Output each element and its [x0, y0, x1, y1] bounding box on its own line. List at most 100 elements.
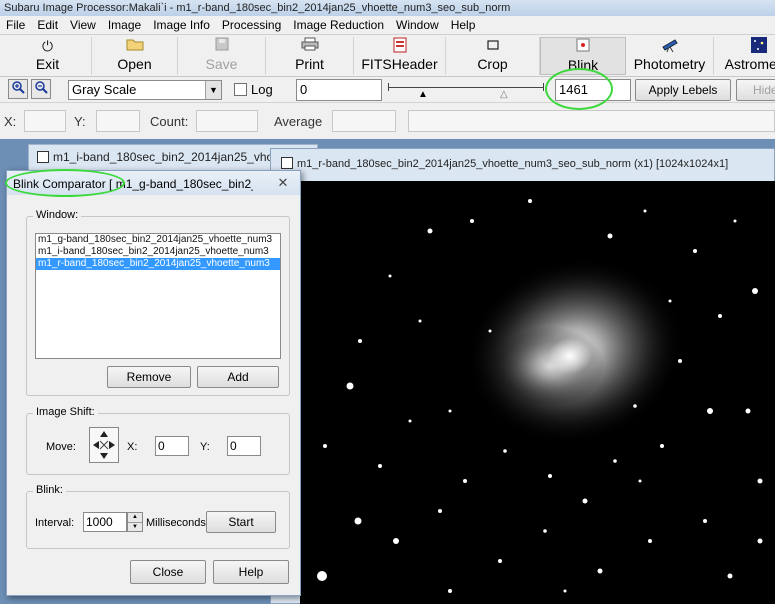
- remove-button[interactable]: Remove: [107, 366, 191, 388]
- list-item-selected[interactable]: m1_r-band_180sec_bin2_2014jan25_vhoette_…: [36, 258, 280, 270]
- save-label: Save: [205, 56, 238, 72]
- photometry-label: Photometry: [633, 56, 706, 72]
- count-label: Count:: [150, 114, 189, 129]
- astrometry-label: Astrometry: [724, 56, 775, 72]
- color-scale-value: Gray Scale: [72, 82, 137, 97]
- crab-nebula-image: [317, 199, 763, 593]
- interval-spinner[interactable]: ▲ ▼: [127, 512, 143, 532]
- app-title-bar: Subaru Image Processor:Makali`i - m1_r-b…: [0, 0, 775, 16]
- fitsheader-label: FITSHeader: [361, 56, 438, 72]
- print-button[interactable]: Print: [266, 37, 354, 75]
- blink-icon: [576, 38, 590, 57]
- power-icon: ⏻: [41, 38, 54, 54]
- shift-y-label: Y:: [200, 441, 210, 453]
- spin-up-icon[interactable]: ▲: [128, 513, 142, 522]
- printer-icon: [301, 37, 319, 56]
- status-field: [408, 110, 775, 132]
- blink-comparator-dialog: Blink Comparator [ m1_g-band_180sec_bin2…: [6, 170, 301, 596]
- crop-icon: [486, 37, 500, 56]
- file-listbox[interactable]: m1_g-band_180sec_bin2_2014jan25_vhoette_…: [35, 233, 281, 359]
- exit-label: Exit: [35, 56, 60, 72]
- min-slider-thumb-icon[interactable]: ▲: [418, 89, 428, 100]
- open-button[interactable]: Open: [92, 37, 178, 75]
- add-button[interactable]: Add: [197, 366, 279, 388]
- spin-down-icon[interactable]: ▼: [128, 522, 142, 531]
- window-group-label: Window:: [33, 209, 82, 221]
- astrometry-button[interactable]: Astrometry: [714, 37, 775, 75]
- list-item[interactable]: m1_i-band_180sec_bin2_2014jan25_vhoette_…: [36, 246, 280, 258]
- y-coord-label: Y:: [74, 114, 86, 129]
- list-item[interactable]: m1_g-band_180sec_bin2_2014jan25_vhoette_…: [36, 234, 280, 246]
- blink-group: Blink: Interval: 1000 ▲ ▼ Milliseconds S…: [26, 484, 290, 549]
- shift-x-label: X:: [127, 441, 138, 453]
- y-coord-value: [96, 110, 140, 132]
- shift-x-input[interactable]: 0: [155, 436, 189, 456]
- print-label: Print: [295, 56, 324, 72]
- photometry-button[interactable]: Photometry: [626, 37, 714, 75]
- move-label: Move:: [46, 441, 76, 453]
- window-group: Window: m1_g-band_180sec_bin2_2014jan25_…: [26, 209, 290, 396]
- close-button[interactable]: Close: [130, 560, 206, 584]
- main-toolbar: ⏻ Exit Open Save Print FITSHeader Crop B…: [0, 35, 775, 77]
- document-icon: [281, 157, 293, 169]
- average-value: [332, 110, 396, 132]
- level-slider[interactable]: ▲ △: [388, 79, 544, 101]
- zoom-in-button[interactable]: [8, 79, 28, 99]
- image-shift-group: Image Shift: Move: X: 0 Y: 0: [26, 406, 290, 475]
- zoom-out-button[interactable]: [31, 79, 51, 99]
- x-coord-value: [24, 110, 66, 132]
- blink-group-label: Blink:: [33, 484, 66, 496]
- menu-bar: File Edit View Image Image Info Processi…: [0, 16, 775, 35]
- shift-y-input[interactable]: 0: [227, 436, 261, 456]
- coordinates-bar: X: Y: Count: Average: [0, 103, 775, 139]
- menu-file[interactable]: File: [0, 16, 31, 34]
- move-arrows-icon: [93, 431, 115, 459]
- color-scale-select[interactable]: Gray Scale ▼: [68, 80, 222, 100]
- zoom-in-icon: [11, 81, 25, 97]
- document-icon: [37, 151, 49, 163]
- chevron-down-icon: ▼: [205, 81, 221, 99]
- menu-window[interactable]: Window: [390, 16, 445, 34]
- save-button[interactable]: Save: [178, 37, 266, 75]
- r-band-window-title: m1_r-band_180sec_bin2_2014jan25_vhoette_…: [281, 157, 728, 170]
- hide-button[interactable]: Hide: [736, 79, 775, 101]
- menu-image[interactable]: Image: [102, 16, 147, 34]
- move-arrows-pad[interactable]: [89, 427, 119, 463]
- astronomical-image-canvas[interactable]: [300, 181, 775, 604]
- menu-processing[interactable]: Processing: [216, 16, 287, 34]
- average-label: Average: [274, 114, 323, 129]
- help-button[interactable]: Help: [213, 560, 289, 584]
- zoom-out-icon: [34, 81, 48, 97]
- min-level-input[interactable]: 0: [296, 79, 382, 101]
- menu-image-reduction[interactable]: Image Reduction: [287, 16, 390, 34]
- count-value: [196, 110, 258, 132]
- dialog-title-callout: [5, 169, 125, 197]
- exit-button[interactable]: ⏻ Exit: [4, 37, 92, 75]
- log-label: Log: [251, 82, 273, 97]
- interval-input[interactable]: 1000: [83, 512, 127, 532]
- folder-icon: [126, 37, 144, 56]
- start-button[interactable]: Start: [206, 511, 276, 533]
- i-band-title-text: m1_i-band_180sec_bin2_2014jan25_vhoette: [53, 150, 294, 164]
- crop-button[interactable]: Crop: [446, 37, 540, 75]
- open-label: Open: [117, 56, 152, 72]
- apply-levels-button[interactable]: Apply Lebels: [635, 79, 731, 101]
- telescope-icon: [661, 37, 679, 56]
- close-icon[interactable]: ✕: [272, 175, 294, 191]
- log-checkbox[interactable]: [234, 83, 247, 96]
- menu-help[interactable]: Help: [445, 16, 482, 34]
- menu-view[interactable]: View: [64, 16, 102, 34]
- interval-label: Interval:: [35, 517, 75, 529]
- image-shift-group-label: Image Shift:: [33, 406, 98, 418]
- milliseconds-label: Milliseconds: [146, 517, 206, 529]
- fitsheader-button[interactable]: FITSHeader: [354, 37, 446, 75]
- max-slider-thumb-icon[interactable]: △: [500, 89, 508, 100]
- x-coord-label: X:: [4, 114, 17, 129]
- star-field-icon: [750, 37, 767, 56]
- floppy-disk-icon: [215, 37, 229, 56]
- crop-label: Crop: [477, 56, 508, 72]
- r-band-title-text: m1_r-band_180sec_bin2_2014jan25_vhoette_…: [297, 158, 729, 170]
- i-band-window-title: m1_i-band_180sec_bin2_2014jan25_vhoette: [37, 150, 293, 164]
- menu-image-info[interactable]: Image Info: [147, 16, 216, 34]
- menu-edit[interactable]: Edit: [31, 16, 64, 34]
